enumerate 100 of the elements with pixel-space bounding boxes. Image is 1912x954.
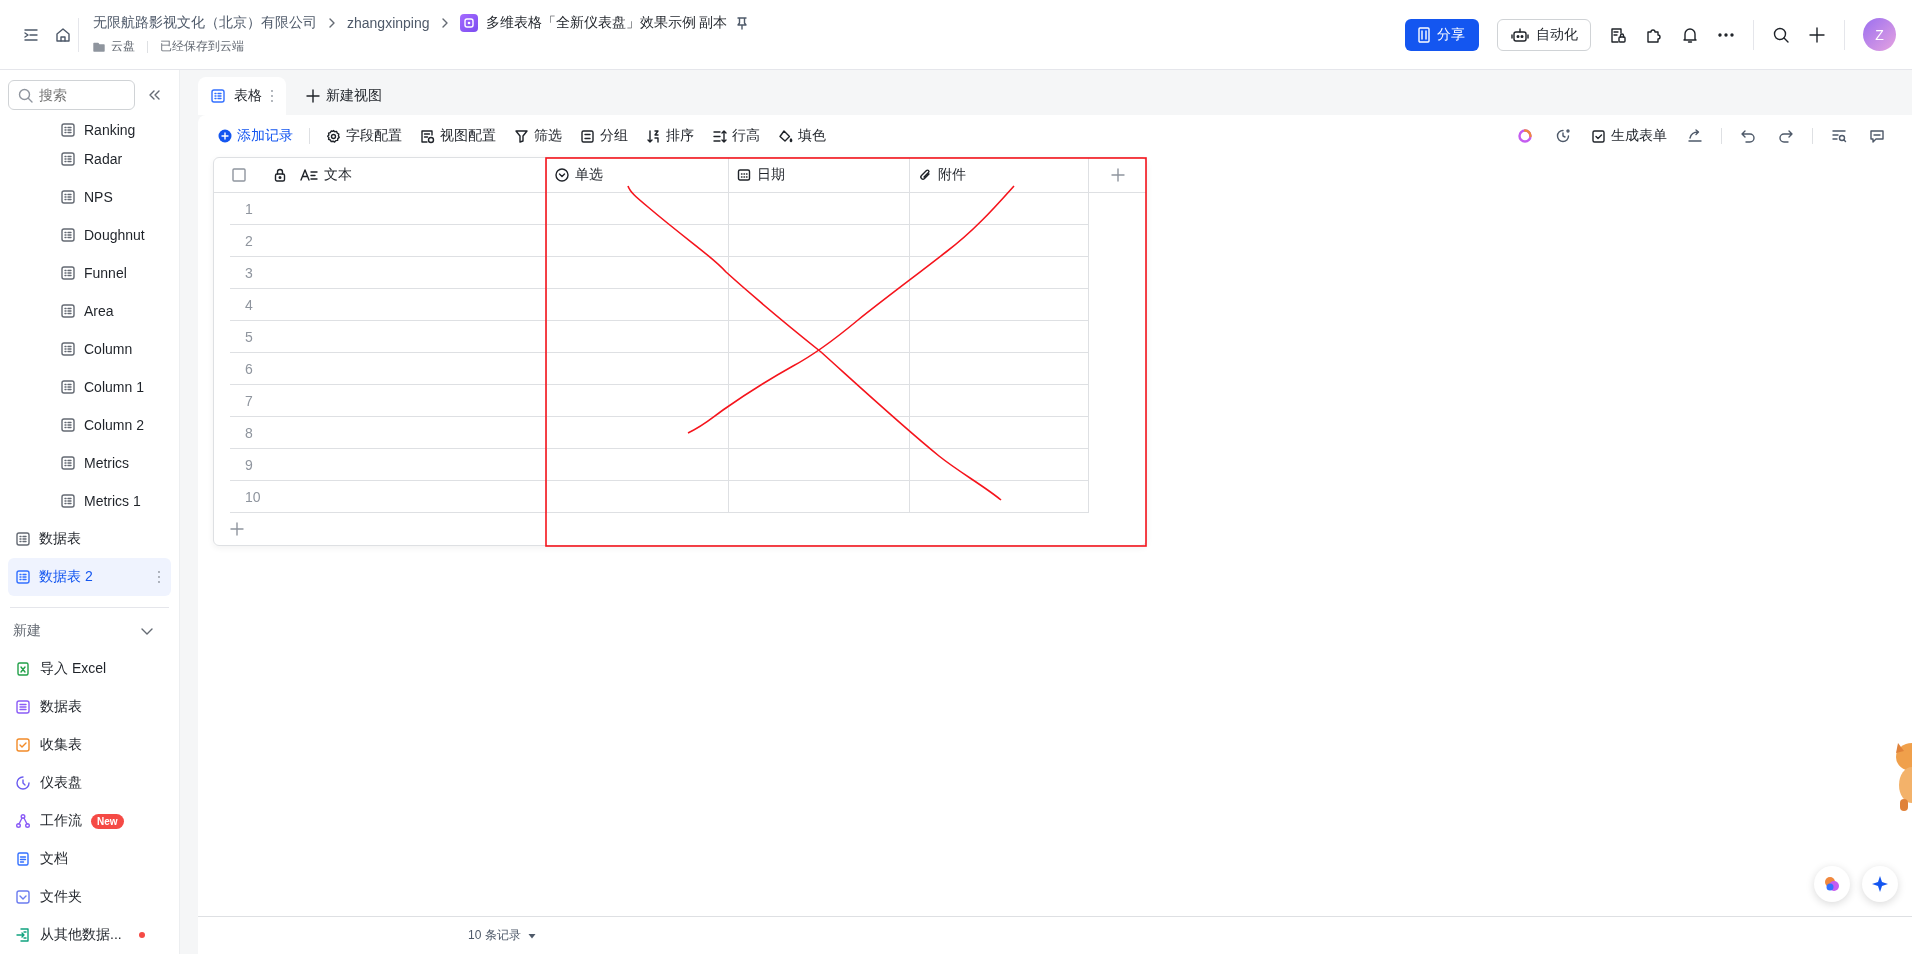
create-menu-item[interactable]: 导入 Excel <box>8 650 171 688</box>
history-icon[interactable] <box>1555 128 1571 144</box>
sheet-icon <box>60 455 76 471</box>
column-header[interactable]: 单选 <box>546 158 728 192</box>
location-link[interactable]: 云盘 <box>111 38 135 55</box>
row-number: 6 <box>244 360 253 377</box>
sheet-icon <box>60 151 76 167</box>
breadcrumb-link[interactable]: 多维表格「全新仪表盘」效果示例 副本 <box>485 14 728 32</box>
sidebar-item[interactable]: Ranking <box>8 114 171 140</box>
sheet-icon <box>15 531 31 547</box>
workflow-icon <box>15 813 31 829</box>
undo-icon[interactable] <box>1740 128 1756 144</box>
create-menu-item[interactable]: 仪表盘 <box>8 764 171 802</box>
row-height-icon <box>712 128 727 144</box>
sheet-icon <box>60 265 76 281</box>
sidebar-item[interactable]: Radar <box>8 140 171 178</box>
search-icon[interactable] <box>1772 25 1790 44</box>
excel-icon <box>15 661 31 677</box>
sidebar-item[interactable]: Column 1 <box>8 368 171 406</box>
add-circle-icon <box>218 129 232 143</box>
column-header[interactable]: 附件 <box>909 158 1088 192</box>
sheet-icon <box>60 122 76 138</box>
column-header[interactable]: 文本 <box>214 158 546 192</box>
text-field-icon <box>300 168 318 182</box>
plus-icon <box>306 89 320 103</box>
robot-icon <box>1510 26 1530 43</box>
new-view-button[interactable]: 新建视图 <box>298 77 390 115</box>
single-select-icon <box>555 168 569 182</box>
calendar-icon <box>737 168 751 182</box>
toolbar-button[interactable]: 分组 <box>573 122 635 150</box>
row-number: 5 <box>244 328 253 345</box>
sheet-icon <box>60 303 76 319</box>
plus-icon[interactable] <box>1808 25 1826 44</box>
row-number: 10 <box>244 488 261 505</box>
view-tab[interactable]: 表格 <box>198 77 286 115</box>
breadcrumb-link[interactable]: zhangxinping <box>347 15 430 31</box>
form-icon <box>15 737 31 753</box>
column-header[interactable]: 日期 <box>728 158 909 192</box>
color-ring-icon[interactable] <box>1517 128 1533 144</box>
share-out-icon[interactable] <box>1687 128 1703 144</box>
sheet-icon <box>60 227 76 243</box>
import-icon <box>15 927 31 943</box>
create-menu-item[interactable]: 工作流 New <box>8 802 171 840</box>
sidebar-item[interactable]: Funnel <box>8 254 171 292</box>
sheet-icon <box>60 189 76 205</box>
toolbar-button[interactable]: 行高 <box>705 122 767 150</box>
find-icon[interactable] <box>1831 128 1847 144</box>
group-icon <box>580 128 595 144</box>
sheet-icon <box>15 569 31 585</box>
filter-icon <box>514 128 529 144</box>
create-menu-item[interactable]: 收集表 <box>8 726 171 764</box>
collapse-icon[interactable] <box>147 88 161 102</box>
toolbar-button[interactable]: 视图配置 <box>413 122 503 150</box>
sheet-icon <box>210 88 226 104</box>
dashboard-icon <box>15 775 31 791</box>
home-icon[interactable] <box>54 25 72 44</box>
folder-icon <box>15 889 31 905</box>
row-number: 3 <box>244 264 253 281</box>
toolbar-button[interactable]: 排序 <box>639 122 701 150</box>
toolbar-button[interactable]: 字段配置 <box>319 122 409 150</box>
sparkle-icon <box>1871 875 1889 893</box>
sidebar-item[interactable]: NPS <box>8 178 171 216</box>
comment-icon[interactable] <box>1869 128 1885 144</box>
document-lock-icon[interactable] <box>1609 25 1627 44</box>
paperclip-icon <box>918 168 932 182</box>
redo-icon[interactable] <box>1778 128 1794 144</box>
create-menu-item[interactable]: 文档 <box>8 840 171 878</box>
building-icon <box>1417 26 1431 43</box>
row-number: 8 <box>244 424 253 441</box>
search-field[interactable]: 搜索 <box>8 80 135 110</box>
create-menu-item[interactable]: 数据表 <box>8 688 171 726</box>
toolbar-button[interactable]: 筛选 <box>507 122 569 150</box>
sidebar-item[interactable]: Doughnut <box>8 216 171 254</box>
toolbar-button[interactable]: 生成表单 <box>1584 122 1674 150</box>
sidebar-item[interactable]: Metrics <box>8 444 171 482</box>
create-menu-item[interactable]: 从其他数据... <box>8 916 171 954</box>
paint-bucket-icon <box>778 128 793 144</box>
sheet-icon <box>60 493 76 509</box>
sheet-icon <box>60 417 76 433</box>
section-header: 新建 <box>13 622 41 640</box>
share-button[interactable]: 分享 <box>1405 18 1479 51</box>
blob-icon <box>1823 875 1841 893</box>
new-badge: New <box>91 813 124 829</box>
pin-icon[interactable] <box>735 16 750 30</box>
sidebar-item[interactable]: Column <box>8 330 171 368</box>
search-icon <box>18 88 33 103</box>
create-menu-item[interactable]: 文件夹 <box>8 878 171 916</box>
row-number: 1 <box>244 200 253 217</box>
sidebar-item[interactable]: Column 2 <box>8 406 171 444</box>
toolbar-button[interactable]: 填色 <box>771 122 833 150</box>
sidebar-item[interactable]: 数据表 2 <box>8 558 171 596</box>
checkbox[interactable] <box>232 168 246 182</box>
automation-button[interactable]: 自动化 <box>1497 18 1591 51</box>
bell-icon[interactable] <box>1681 25 1699 44</box>
row-number: 4 <box>244 296 253 313</box>
sidebar-item[interactable]: 数据表 <box>8 520 171 558</box>
toolbar-button[interactable]: 添加记录 <box>218 122 300 150</box>
sidebar-item[interactable]: Area <box>8 292 171 330</box>
breadcrumb-link[interactable]: 无限航路影视文化（北京）有限公司 <box>93 14 317 32</box>
sidebar-item[interactable]: Metrics 1 <box>8 482 171 520</box>
